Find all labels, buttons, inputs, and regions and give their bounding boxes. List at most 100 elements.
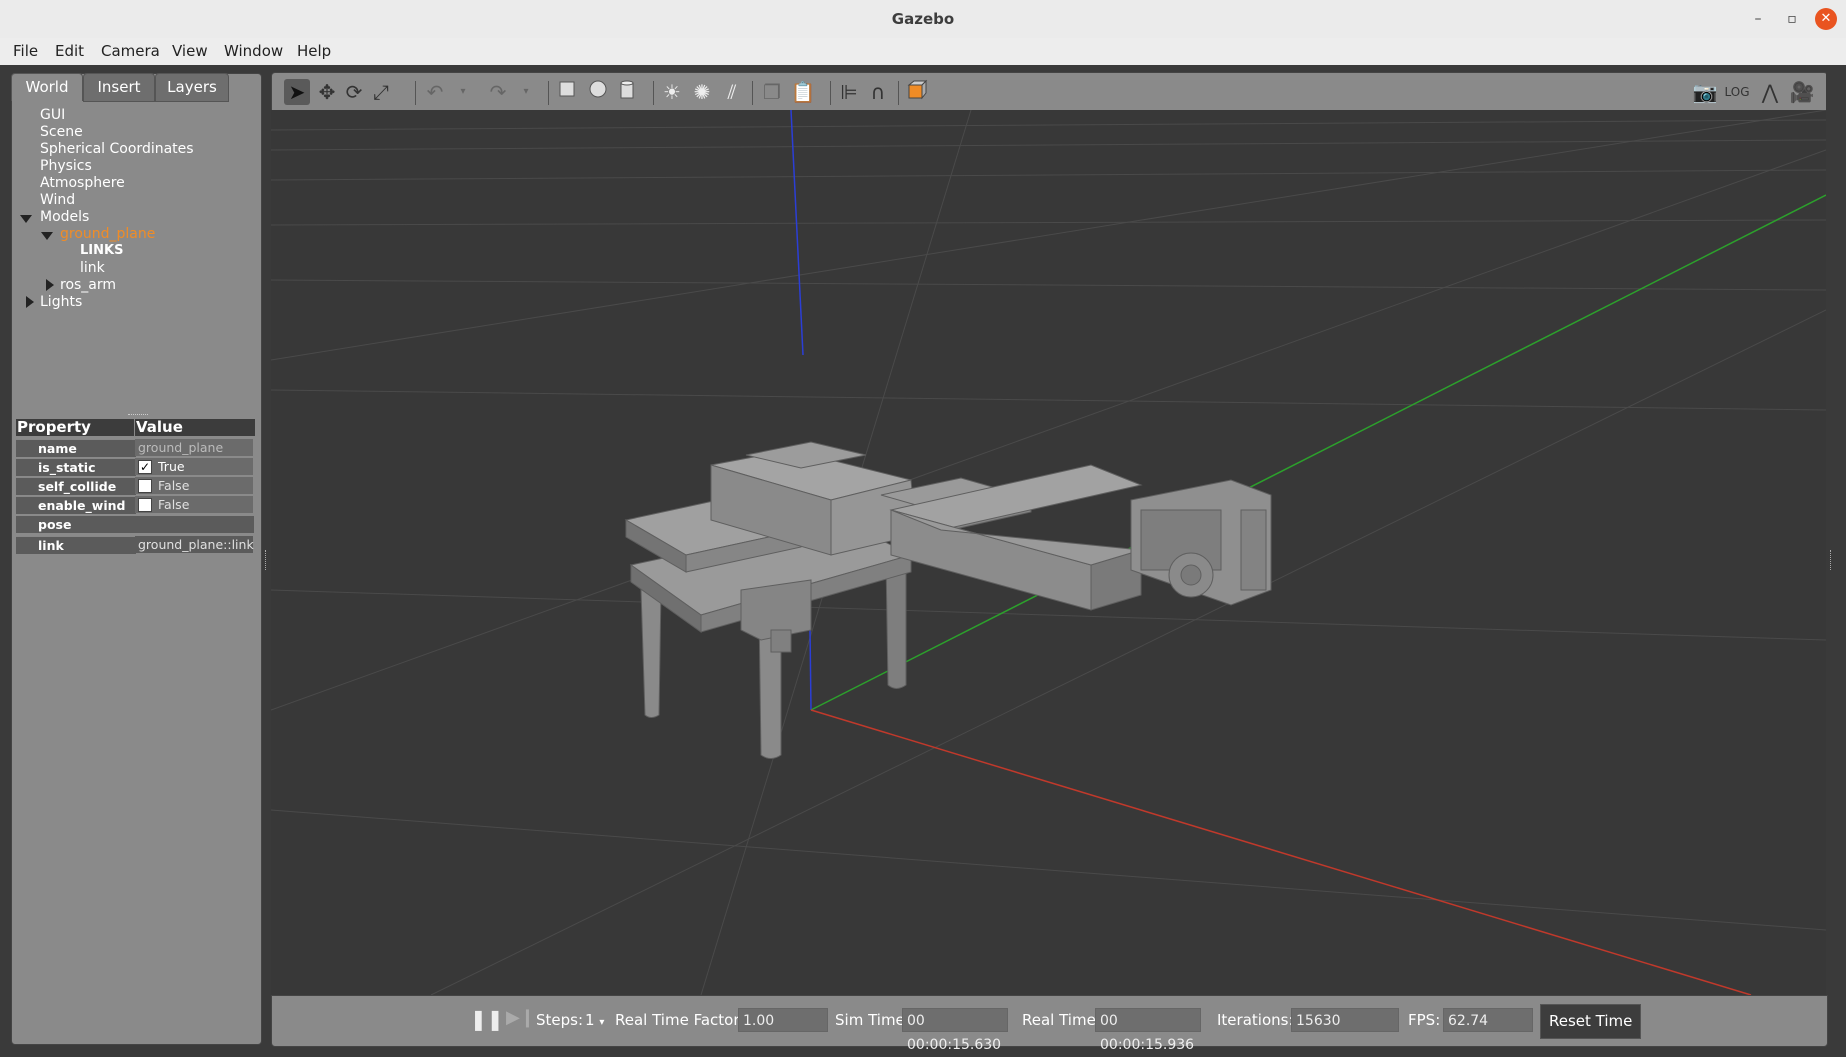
menu-camera[interactable]: Camera [101, 38, 160, 60]
property-row-name[interactable]: name ground_plane [16, 439, 254, 457]
tree-item-ground-plane[interactable]: ground_plane [60, 226, 155, 242]
property-name: self_collide [16, 477, 136, 495]
maximize-button[interactable]: ▫ [1781, 8, 1803, 30]
tab-layers[interactable]: Layers [155, 73, 229, 102]
property-value[interactable]: ground_plane::link [135, 536, 254, 553]
tab-world[interactable]: World [11, 73, 83, 101]
tree-item-links-header: LINKS [80, 243, 124, 258]
property-row-enable-wind[interactable]: enable_wind False [16, 496, 254, 514]
property-value[interactable]: ✓ True [135, 458, 253, 475]
real-time-factor-label: Real Time Factor: [615, 1011, 745, 1029]
property-row-link[interactable]: link ground_plane::link [16, 536, 254, 554]
snap-icon[interactable]: ∩ [865, 79, 891, 105]
expand-models-icon[interactable] [20, 215, 32, 223]
right-edge [1826, 72, 1846, 1045]
steps-value-text: 1 [585, 1011, 595, 1029]
pause-icon[interactable]: ❚❚ [470, 1007, 504, 1031]
real-time-label: Real Time: [1022, 1011, 1101, 1029]
fps-field: 62.74 [1443, 1008, 1533, 1032]
property-row-is-static[interactable]: is_static ✓ True [16, 458, 254, 476]
paste-icon[interactable]: 📋 [790, 79, 816, 105]
tree-item-models[interactable]: Models [40, 209, 89, 225]
robot-model[interactable] [624, 441, 1272, 759]
minimize-button[interactable]: – [1747, 8, 1769, 30]
log-icon[interactable]: LOG [1724, 79, 1750, 105]
select-icon[interactable]: ➤ [284, 79, 310, 105]
window-title: Gazebo [891, 10, 955, 28]
y-axis-line [810, 194, 1826, 711]
property-value[interactable]: False [135, 496, 253, 513]
menu-view[interactable]: View [172, 38, 208, 60]
video-icon[interactable]: 🎥 [1789, 79, 1815, 105]
tree-item-physics[interactable]: Physics [40, 158, 92, 174]
checkbox-label: True [158, 459, 185, 474]
scene-render[interactable] [271, 110, 1826, 995]
undo-icon[interactable]: ↶ [422, 79, 448, 105]
checkbox-icon[interactable] [138, 497, 152, 512]
sim-time-field: 00 00:00:15.630 [902, 1008, 1008, 1053]
reset-time-button[interactable]: Reset Time [1540, 1004, 1642, 1039]
steps-value[interactable]: 1 ▾ [585, 1011, 604, 1029]
iterations-field: 15630 [1291, 1008, 1399, 1032]
tree-item-link[interactable]: link [80, 260, 105, 276]
spotlight-icon[interactable]: ✺ [689, 79, 715, 105]
cylinder-icon[interactable] [614, 79, 640, 105]
x-axis-line [810, 709, 1752, 995]
property-name: name [16, 439, 136, 457]
value-header: Value [135, 419, 255, 436]
splitter-handle[interactable] [128, 414, 148, 417]
rotate-icon[interactable]: ⟳ [341, 79, 367, 105]
property-row-pose[interactable]: pose [16, 516, 254, 534]
left-splitter-handle[interactable] [265, 550, 268, 570]
tree-item-ros-arm[interactable]: ros_arm [60, 277, 116, 293]
plot-icon[interactable]: ⋀ [1757, 79, 1783, 105]
menu-file[interactable]: File [13, 38, 38, 60]
sim-time-label: Sim Time: [835, 1011, 910, 1029]
property-row-self-collide[interactable]: self_collide False [16, 477, 254, 495]
tab-insert[interactable]: Insert [83, 73, 155, 102]
expand-ros-arm-icon[interactable] [46, 279, 54, 291]
tree-item-atmosphere[interactable]: Atmosphere [40, 175, 125, 191]
redo-history-icon[interactable]: ▾ [513, 79, 539, 105]
real-time-field: 00 00:00:15.936 [1095, 1008, 1201, 1053]
chevron-down-icon: ▾ [599, 1017, 605, 1028]
pointlight-icon[interactable]: ☀ [659, 79, 685, 105]
tree-item-scene[interactable]: Scene [40, 124, 83, 140]
undo-history-icon[interactable]: ▾ [450, 79, 476, 105]
view-angle-icon[interactable] [904, 79, 930, 105]
expand-lights-icon[interactable] [26, 296, 34, 308]
property-value[interactable]: False [135, 477, 253, 494]
box-icon[interactable] [554, 79, 580, 105]
redo-icon[interactable]: ↷ [485, 79, 511, 105]
property-header-row: Property Value [16, 419, 255, 437]
menu-bar: File Edit Camera View Window Help [0, 38, 1846, 65]
scale-icon[interactable]: ⤢ [368, 79, 394, 105]
screenshot-icon[interactable]: 📷 [1692, 79, 1718, 105]
menu-help[interactable]: Help [297, 38, 331, 60]
checkbox-icon[interactable] [138, 478, 152, 493]
copy-icon[interactable]: ❐ [759, 79, 785, 105]
status-bar: ❚❚ ▶❙ Steps: 1 ▾ Real Time Factor: 1.00 … [271, 995, 1828, 1053]
tree-item-wind[interactable]: Wind [40, 192, 75, 208]
steps-label: Steps: [536, 1011, 584, 1029]
right-splitter-handle[interactable] [1830, 550, 1833, 570]
expand-ground-plane-icon[interactable] [41, 232, 53, 240]
scene-viewport[interactable] [271, 110, 1826, 995]
tree-item-gui[interactable]: GUI [40, 107, 65, 123]
real-time-factor-field: 1.00 [738, 1008, 828, 1032]
sphere-icon[interactable] [585, 79, 611, 105]
toolbar: ➤ ✥ ⟳ ⤢ ↶ ▾ ↷ ▾ ☀ ✺ ⫽ ❐ 📋 ⊫ ∩ 📷 LOG ⋀ 🎥 [271, 72, 1828, 111]
directionallight-icon[interactable]: ⫽ [719, 79, 745, 105]
menu-window[interactable]: Window [224, 38, 283, 60]
fps-label: FPS: [1408, 1011, 1441, 1029]
property-name: link [16, 536, 136, 554]
menu-edit[interactable]: Edit [55, 38, 84, 60]
property-value[interactable]: ground_plane [135, 439, 253, 456]
step-icon[interactable]: ▶❙ [506, 1007, 535, 1028]
align-icon[interactable]: ⊫ [836, 79, 862, 105]
checkbox-checked-icon[interactable]: ✓ [138, 459, 152, 474]
tree-item-lights[interactable]: Lights [40, 294, 82, 310]
close-button[interactable]: ✕ [1815, 8, 1837, 30]
translate-icon[interactable]: ✥ [314, 79, 340, 105]
tree-item-spherical-coordinates[interactable]: Spherical Coordinates [40, 141, 194, 157]
